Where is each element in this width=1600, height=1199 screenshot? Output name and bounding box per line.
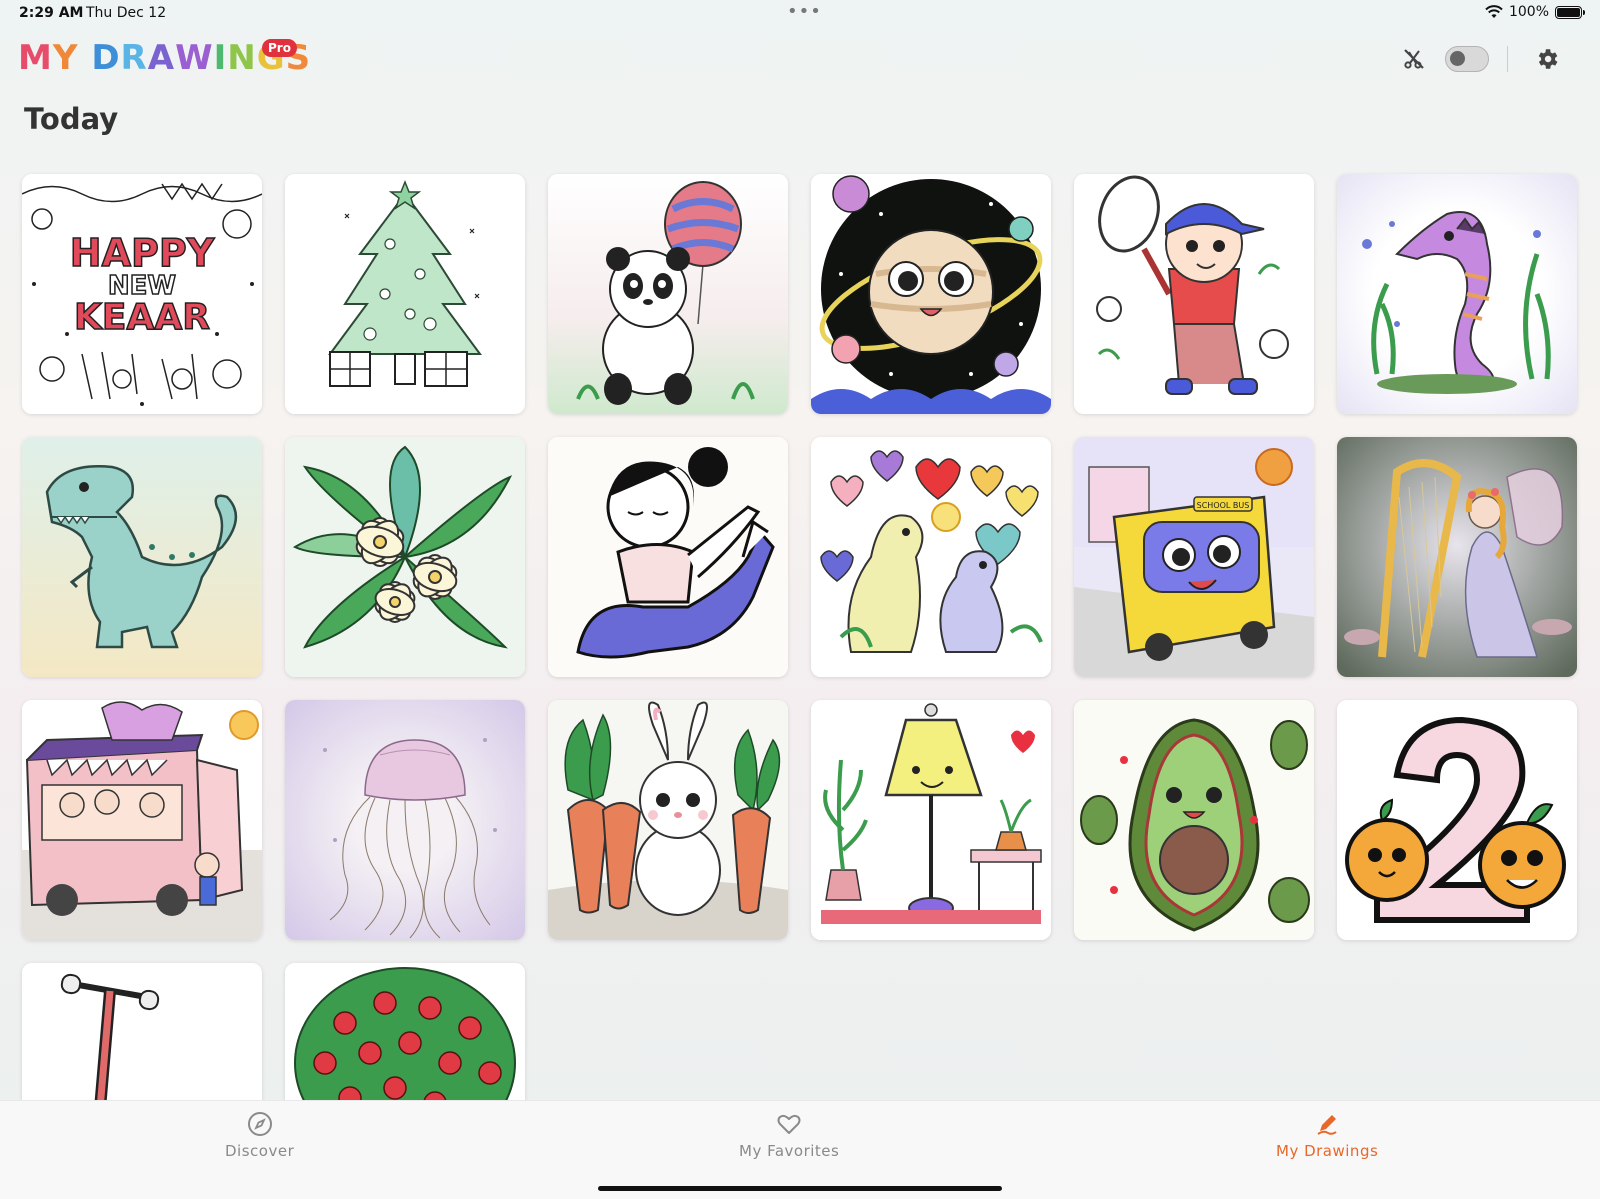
tab-discover-label: Discover [225, 1142, 295, 1160]
drawing-card-panda[interactable] [548, 174, 788, 414]
heart-icon [777, 1114, 801, 1134]
drawing-card-lamp[interactable] [811, 700, 1051, 940]
drawing-card-dinos-hearts[interactable] [811, 437, 1051, 677]
compass-icon [247, 1112, 272, 1136]
drawings-scroll-area[interactable]: HAPPY NEW KEAAR SCHOOL BUS [0, 0, 1600, 1100]
drawing-card-flowers[interactable] [285, 437, 525, 677]
pencil-edit-icon [1317, 1115, 1337, 1135]
drawing-card-apple-tree[interactable] [285, 963, 525, 1100]
drawings-grid: HAPPY NEW KEAAR SCHOOL BUS [22, 174, 1582, 1100]
tab-bar: Discover My Favorites My Drawings [0, 1100, 1600, 1199]
drawing-card-tennis-boy[interactable] [1074, 174, 1314, 414]
tab-my-drawings-label: My Drawings [1276, 1142, 1379, 1160]
drawing-card-avocado[interactable] [1074, 700, 1314, 940]
tab-discover[interactable]: Discover [225, 1111, 294, 1160]
drawing-card-school-bus[interactable]: SCHOOL BUS [1074, 437, 1314, 677]
drawing-card-seahorse[interactable] [1337, 174, 1577, 414]
drawing-text-line3: KEAAR [74, 297, 210, 338]
drawing-text-line1: HAPPY [70, 231, 215, 275]
drawing-card-yoga-girl[interactable] [548, 437, 788, 677]
tab-my-favorites-label: My Favorites [739, 1142, 840, 1160]
drawing-card-happy-new-year[interactable]: HAPPY NEW KEAAR [22, 174, 262, 414]
bus-sign-text: SCHOOL BUS [1197, 501, 1250, 510]
drawing-card-number-two[interactable] [1337, 700, 1577, 940]
drawing-card-fairy-harp[interactable] [1337, 437, 1577, 677]
drawing-card-christmas-tree[interactable] [285, 174, 525, 414]
tab-my-drawings[interactable]: My Drawings [1276, 1111, 1378, 1160]
tab-my-favorites[interactable]: My Favorites [739, 1111, 839, 1160]
drawing-card-scooter[interactable] [22, 963, 262, 1100]
drawing-card-ice-cream-truck[interactable] [22, 700, 262, 940]
home-indicator[interactable] [598, 1186, 1002, 1191]
drawing-card-planet[interactable] [811, 174, 1051, 414]
drawing-card-bunny[interactable] [548, 700, 788, 940]
drawing-card-trex[interactable] [22, 437, 262, 677]
drawing-card-jellyfish[interactable] [285, 700, 525, 940]
